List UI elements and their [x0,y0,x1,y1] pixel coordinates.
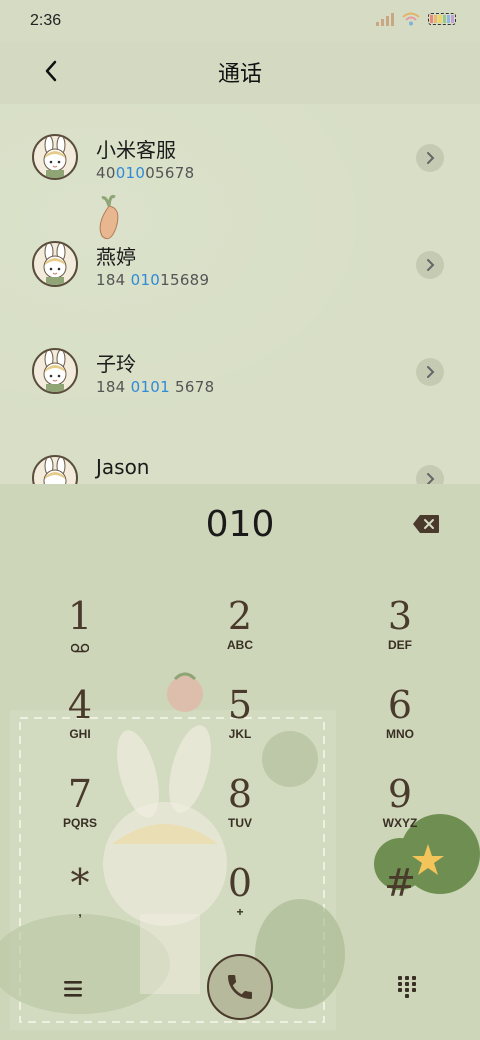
wifi-icon [402,12,420,26]
signal-icon [376,12,394,26]
key-letters: JKL [228,727,252,741]
key-7[interactable]: 7 PQRS [25,772,135,852]
dial-input[interactable]: 010 [0,504,480,545]
contact-detail-button[interactable] [416,465,444,484]
contact-number: 184 01015689 [96,271,210,289]
contact-name: 燕婷 [96,245,136,269]
key-digit: 8 [227,772,253,816]
key-digit: 7 [67,772,93,816]
battery-icon [428,13,456,25]
key-4[interactable]: 4 GHI [25,683,135,763]
key-6[interactable]: 6 MNO [345,683,455,763]
contact-name: 小米客服 [96,138,176,162]
key-2[interactable]: 2 ABC [185,594,295,674]
key-hash[interactable]: # [345,861,455,941]
keypad-icon [398,976,416,998]
avatar [32,348,78,394]
key-letters: TUV [228,816,252,830]
app-header: 通话 [0,42,480,104]
contact-detail-button[interactable] [416,358,444,386]
key-letters: PQRS [62,816,97,830]
key-digit: 2 [227,594,253,638]
key-letters: , [78,905,82,919]
avatar [32,134,78,180]
contact-name: 子玲 [96,352,136,376]
contact-list[interactable]: 小米客服 4001005678 燕婷 184 01015689 子玲 184 0… [0,104,480,484]
key-0[interactable]: 0 + [185,861,295,941]
contact-row[interactable]: 小米客服 4001005678 [0,104,480,210]
menu-button[interactable] [58,974,88,1004]
key-digit: 3 [387,594,413,638]
avatar [32,241,78,287]
key-digit: 1 [67,594,93,638]
key-digit: 4 [67,683,93,727]
key-digit: 6 [387,683,413,727]
dialer-bottom-bar [0,944,480,1034]
key-digit: 9 [387,772,413,816]
chevron-right-icon [427,366,435,378]
key-letters: ABC [227,638,253,652]
contact-row[interactable]: 燕婷 184 01015689 [0,211,480,317]
key-3[interactable]: 3 DEF [345,594,455,674]
dialer-panel: 010 1 2 ABC 3 DEF 4 GHI 5 JKL 6 MNO 7 PQ… [0,484,480,1040]
key-letters: WXYZ [382,816,418,830]
chevron-right-icon [427,473,435,484]
key-9[interactable]: 9 WXYZ [345,772,455,852]
key-digit: 5 [227,683,253,727]
key-1[interactable]: 1 [25,594,135,674]
keypad-toggle-button[interactable] [392,972,422,1002]
key-digit: 0 [227,861,253,905]
menu-icon [64,981,82,997]
contact-row[interactable]: Jason [0,425,480,484]
contact-number: 184 0101 5678 [96,378,215,396]
avatar [32,455,78,484]
backspace-icon [413,515,439,533]
backspace-button[interactable] [412,514,440,534]
chevron-right-icon [427,152,435,164]
phone-icon [228,975,252,999]
voicemail-icon [70,643,90,653]
contact-detail-button[interactable] [416,251,444,279]
contact-row[interactable]: 子玲 184 0101 5678 [0,318,480,424]
contact-number: 4001005678 [96,164,195,182]
key-5[interactable]: 5 JKL [185,683,295,763]
contact-name: Jason [96,455,150,479]
status-bar: 2:36 [0,0,480,42]
key-letters: MNO [386,727,414,741]
status-icons [376,12,456,26]
key-digit: * [70,861,90,905]
key-digit: # [384,861,416,905]
key-8[interactable]: 8 TUV [185,772,295,852]
key-letters: DEF [388,638,412,652]
key-letters: + [236,905,244,919]
call-button[interactable] [207,954,273,1020]
key-letters: GHI [69,727,91,741]
key-star[interactable]: * , [25,861,135,941]
page-title: 通话 [217,62,262,87]
status-time: 2:36 [30,12,62,29]
contact-detail-button[interactable] [416,144,444,172]
chevron-right-icon [427,259,435,271]
